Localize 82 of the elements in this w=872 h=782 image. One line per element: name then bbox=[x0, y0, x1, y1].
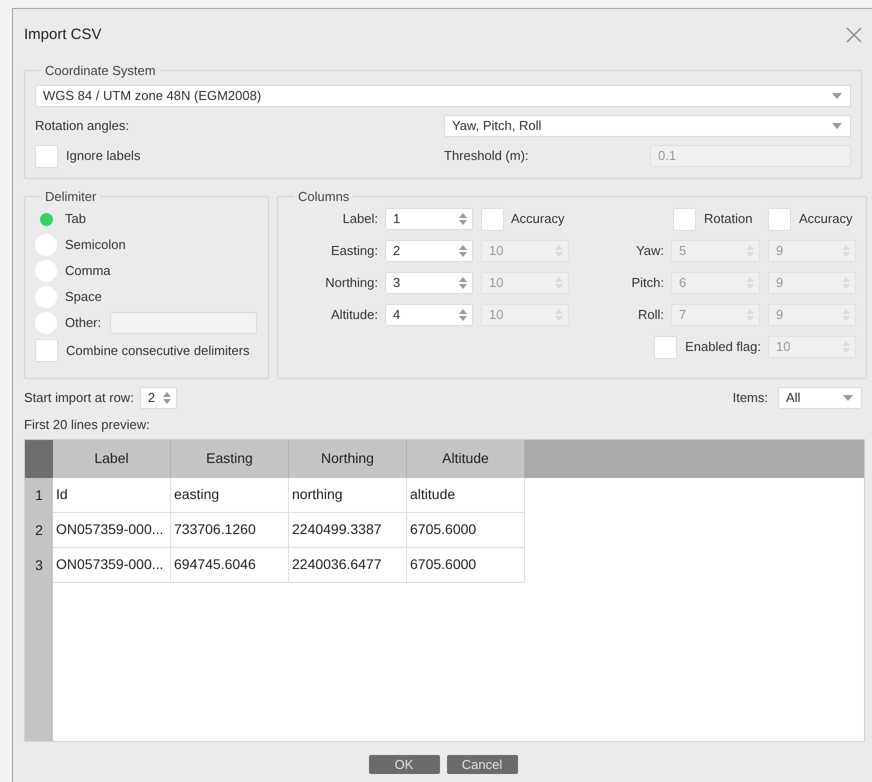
field-label: Easting: bbox=[330, 242, 378, 260]
group-title: Coordinate System bbox=[44, 62, 157, 80]
checkbox-label: Combine consecutive delimiters bbox=[66, 342, 250, 360]
group-title: Columns bbox=[297, 188, 350, 206]
field-label: Northing: bbox=[324, 274, 378, 292]
caret-icon[interactable] bbox=[832, 122, 842, 128]
table-cell: ON057359-000... bbox=[53, 512, 171, 548]
table-cell: Id bbox=[53, 478, 171, 512]
number-field[interactable]: 2 bbox=[140, 386, 177, 408]
number-field[interactable]: 5 bbox=[671, 240, 760, 262]
spin-arrows-icon[interactable] bbox=[162, 392, 171, 404]
number-field[interactable]: 10 bbox=[768, 336, 856, 358]
field-label: Threshold (m): bbox=[444, 147, 530, 166]
radio-label: Comma bbox=[65, 262, 111, 280]
table-cell: 2240499.3387 bbox=[289, 512, 407, 548]
table-cell: 6705.6000 bbox=[407, 512, 525, 548]
checkbox[interactable] bbox=[654, 336, 678, 358]
dialog-button[interactable]: Cancel bbox=[446, 754, 518, 774]
number-field[interactable]: 9 bbox=[768, 240, 856, 262]
close-icon[interactable] bbox=[846, 27, 862, 43]
number-field[interactable]: 7 bbox=[671, 304, 760, 326]
table-cell: 6705.6000 bbox=[407, 548, 525, 582]
number-field[interactable]: 10 bbox=[481, 272, 569, 294]
row-number: 3 bbox=[34, 556, 44, 574]
caret-icon[interactable] bbox=[832, 92, 842, 98]
number-field[interactable]: 2 bbox=[385, 240, 473, 262]
field-label: Roll: bbox=[636, 306, 664, 324]
field-label: Items: bbox=[732, 388, 768, 407]
window-title: Import CSV bbox=[24, 24, 102, 45]
field-label: Altitude: bbox=[330, 306, 378, 324]
row-number: 1 bbox=[34, 486, 44, 504]
checkbox-label: Enabled flag: bbox=[685, 338, 761, 356]
checkbox-label: Ignore labels bbox=[66, 147, 140, 166]
group-title: Delimiter bbox=[44, 188, 98, 206]
column-header: Northing bbox=[289, 440, 407, 478]
number-field[interactable]: 3 bbox=[385, 272, 473, 294]
table-cell: northing bbox=[289, 478, 407, 512]
checkbox[interactable] bbox=[481, 208, 504, 230]
caret-icon[interactable] bbox=[843, 394, 853, 400]
field-label: Label: bbox=[342, 210, 378, 228]
checkbox[interactable] bbox=[35, 144, 58, 168]
column-header: Altitude bbox=[407, 440, 525, 478]
number-field[interactable]: 9 bbox=[768, 304, 856, 326]
spin-arrows-icon[interactable] bbox=[459, 245, 467, 257]
field-label: Rotation angles: bbox=[35, 116, 130, 135]
column-header: Easting bbox=[171, 440, 289, 478]
field-label: Pitch: bbox=[630, 274, 664, 292]
spin-arrows-icon[interactable] bbox=[459, 309, 467, 321]
table-cell: ON057359-000... bbox=[53, 548, 171, 582]
radio-label: Other: bbox=[65, 314, 102, 332]
table-cell: 694745.6046 bbox=[171, 548, 289, 582]
number-field[interactable]: 1 bbox=[385, 208, 473, 230]
preview-label: First 20 lines preview: bbox=[24, 416, 151, 432]
dropdown[interactable]: All bbox=[778, 386, 862, 408]
checkbox-label: Accuracy bbox=[511, 210, 564, 228]
dropdown[interactable]: Yaw, Pitch, Roll bbox=[444, 114, 851, 136]
radio-label: Tab bbox=[65, 210, 86, 228]
field-label: Start import at row: bbox=[24, 388, 134, 407]
table-cell: 733706.1260 bbox=[171, 512, 289, 548]
checkbox[interactable] bbox=[35, 339, 58, 362]
checkbox[interactable] bbox=[673, 208, 696, 230]
table-cell: 2240036.6477 bbox=[289, 548, 407, 582]
table-cell: easting bbox=[171, 478, 289, 512]
checkbox[interactable] bbox=[768, 208, 791, 230]
table-corner-header bbox=[25, 440, 53, 478]
radio-label: Space bbox=[65, 288, 102, 306]
number-field[interactable]: 6 bbox=[671, 272, 760, 294]
dialog-button[interactable]: OK bbox=[368, 754, 440, 774]
table-cell: altitude bbox=[407, 478, 525, 512]
spin-arrows-icon[interactable] bbox=[459, 277, 467, 289]
number-field[interactable]: 9 bbox=[768, 272, 856, 294]
field-label: Yaw: bbox=[635, 242, 664, 260]
number-field[interactable]: 10 bbox=[481, 240, 569, 262]
radio-label: Semicolon bbox=[65, 236, 126, 254]
checkbox-label: Accuracy bbox=[799, 210, 852, 228]
row-number: 2 bbox=[34, 520, 44, 540]
number-field[interactable]: 10 bbox=[481, 304, 569, 326]
number-field[interactable]: 4 bbox=[385, 304, 473, 326]
column-header: Label bbox=[53, 440, 171, 478]
dropdown[interactable]: WGS 84 / UTM zone 48N (EGM2008) bbox=[35, 84, 851, 106]
checkbox-label: Rotation bbox=[704, 210, 754, 228]
spin-arrows-icon[interactable] bbox=[459, 213, 467, 225]
